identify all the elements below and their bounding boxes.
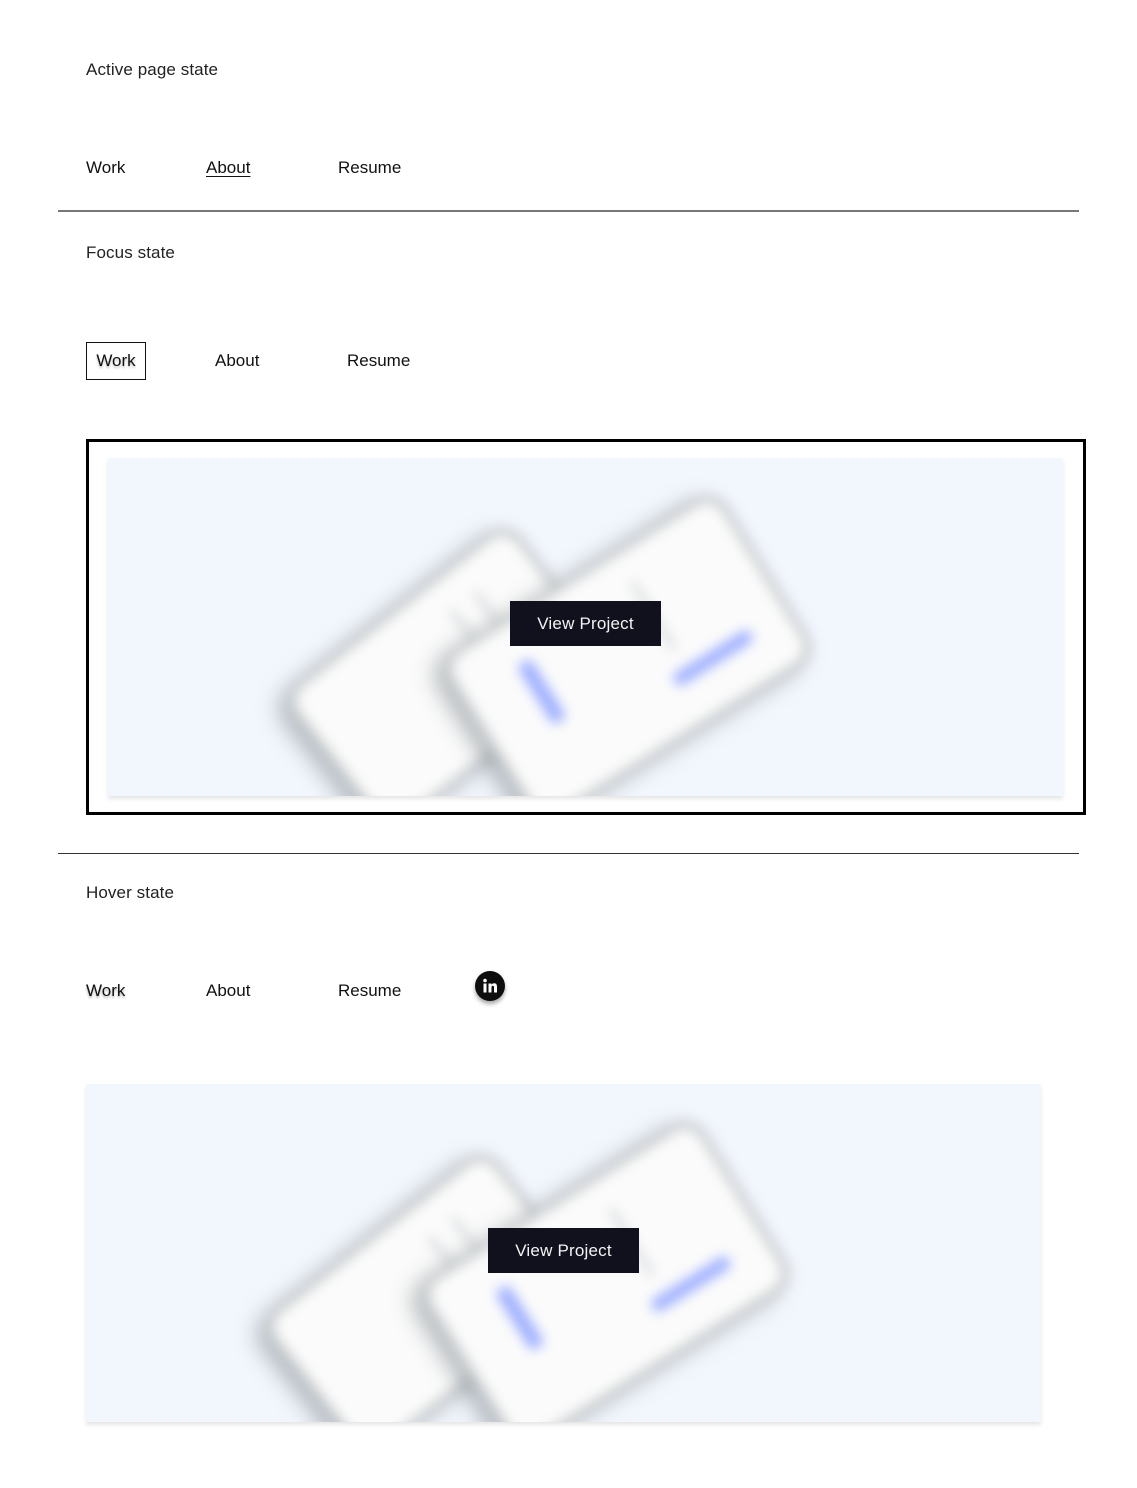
section-label-hover: Hover state (86, 883, 175, 902)
nav-link-resume[interactable]: Resume (338, 981, 401, 1001)
nav-link-work-focus-ring[interactable]: Work (86, 342, 146, 380)
view-project-button[interactable]: View Project (510, 601, 661, 646)
nav-link-about[interactable]: About (206, 981, 250, 1001)
nav-link-resume[interactable]: Resume (338, 158, 401, 178)
nav-link-work-focused[interactable]: Work (96, 351, 135, 371)
project-card-focus-ring[interactable]: View Project (86, 439, 1086, 815)
linkedin-icon[interactable] (475, 971, 505, 1001)
nav-link-work-hovered[interactable]: Work (86, 981, 125, 1001)
nav-link-about-active[interactable]: About (206, 158, 250, 178)
project-card-focused[interactable]: View Project (108, 458, 1063, 796)
section-divider (58, 853, 1079, 854)
nav-link-resume[interactable]: Resume (347, 351, 410, 371)
section-label-active: Active page state (86, 60, 219, 79)
linkedin-glyph (483, 978, 497, 993)
nav-link-work[interactable]: Work (86, 158, 125, 178)
section-divider (58, 210, 1079, 212)
project-card-hovered[interactable]: View Project (86, 1084, 1041, 1422)
view-project-button[interactable]: View Project (488, 1228, 639, 1273)
section-label-focus: Focus state (86, 243, 175, 262)
nav-link-about[interactable]: About (215, 351, 259, 371)
